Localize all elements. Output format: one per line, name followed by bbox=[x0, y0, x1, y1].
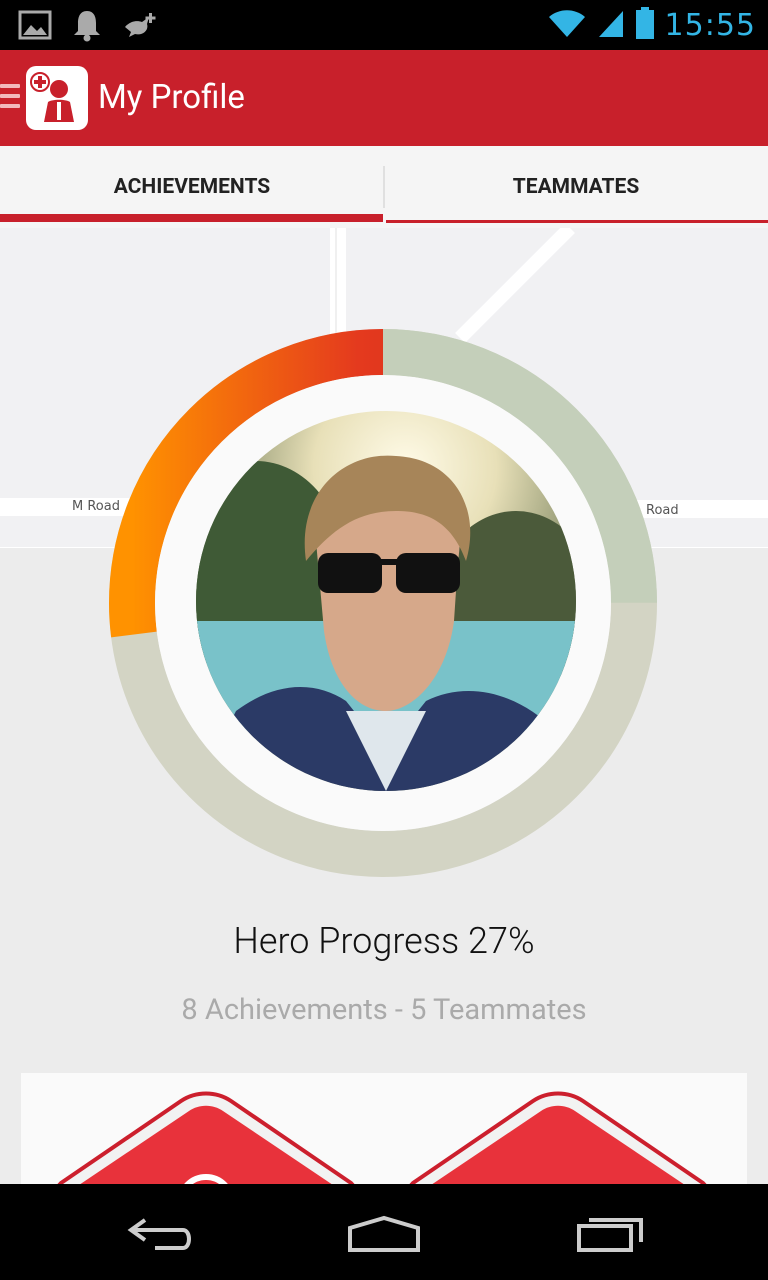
drawer-indicator-icon[interactable] bbox=[0, 84, 22, 112]
navigation-bar bbox=[0, 1184, 768, 1280]
tab-bar: ACHIEVEMENTS TEAMMATES bbox=[0, 146, 768, 228]
tab-teammates[interactable]: TEAMMATES bbox=[384, 146, 768, 228]
tab-achievements-indicator bbox=[0, 214, 383, 222]
home-icon[interactable] bbox=[334, 1204, 434, 1264]
action-bar: My Profile bbox=[0, 50, 768, 146]
back-icon[interactable] bbox=[110, 1204, 210, 1264]
page-title: My Profile bbox=[98, 78, 245, 117]
signal-icon bbox=[597, 7, 625, 43]
status-bar: 15:55 bbox=[0, 0, 768, 50]
picture-icon bbox=[18, 10, 52, 44]
hero-progress-label: Hero Progress 27% bbox=[233, 920, 535, 962]
battery-icon bbox=[635, 6, 655, 44]
stats-summary: 8 Achievements - 5 Teammates bbox=[181, 993, 587, 1027]
profile-avatar[interactable] bbox=[196, 411, 576, 791]
tab-teammates-indicator bbox=[386, 220, 768, 223]
clock: 15:55 bbox=[664, 7, 756, 43]
hero-app-icon[interactable] bbox=[26, 66, 88, 130]
notification-bell-icon bbox=[72, 8, 102, 46]
bird-add-icon bbox=[122, 10, 158, 44]
recent-apps-icon[interactable] bbox=[560, 1204, 660, 1264]
wifi-icon bbox=[547, 7, 587, 43]
